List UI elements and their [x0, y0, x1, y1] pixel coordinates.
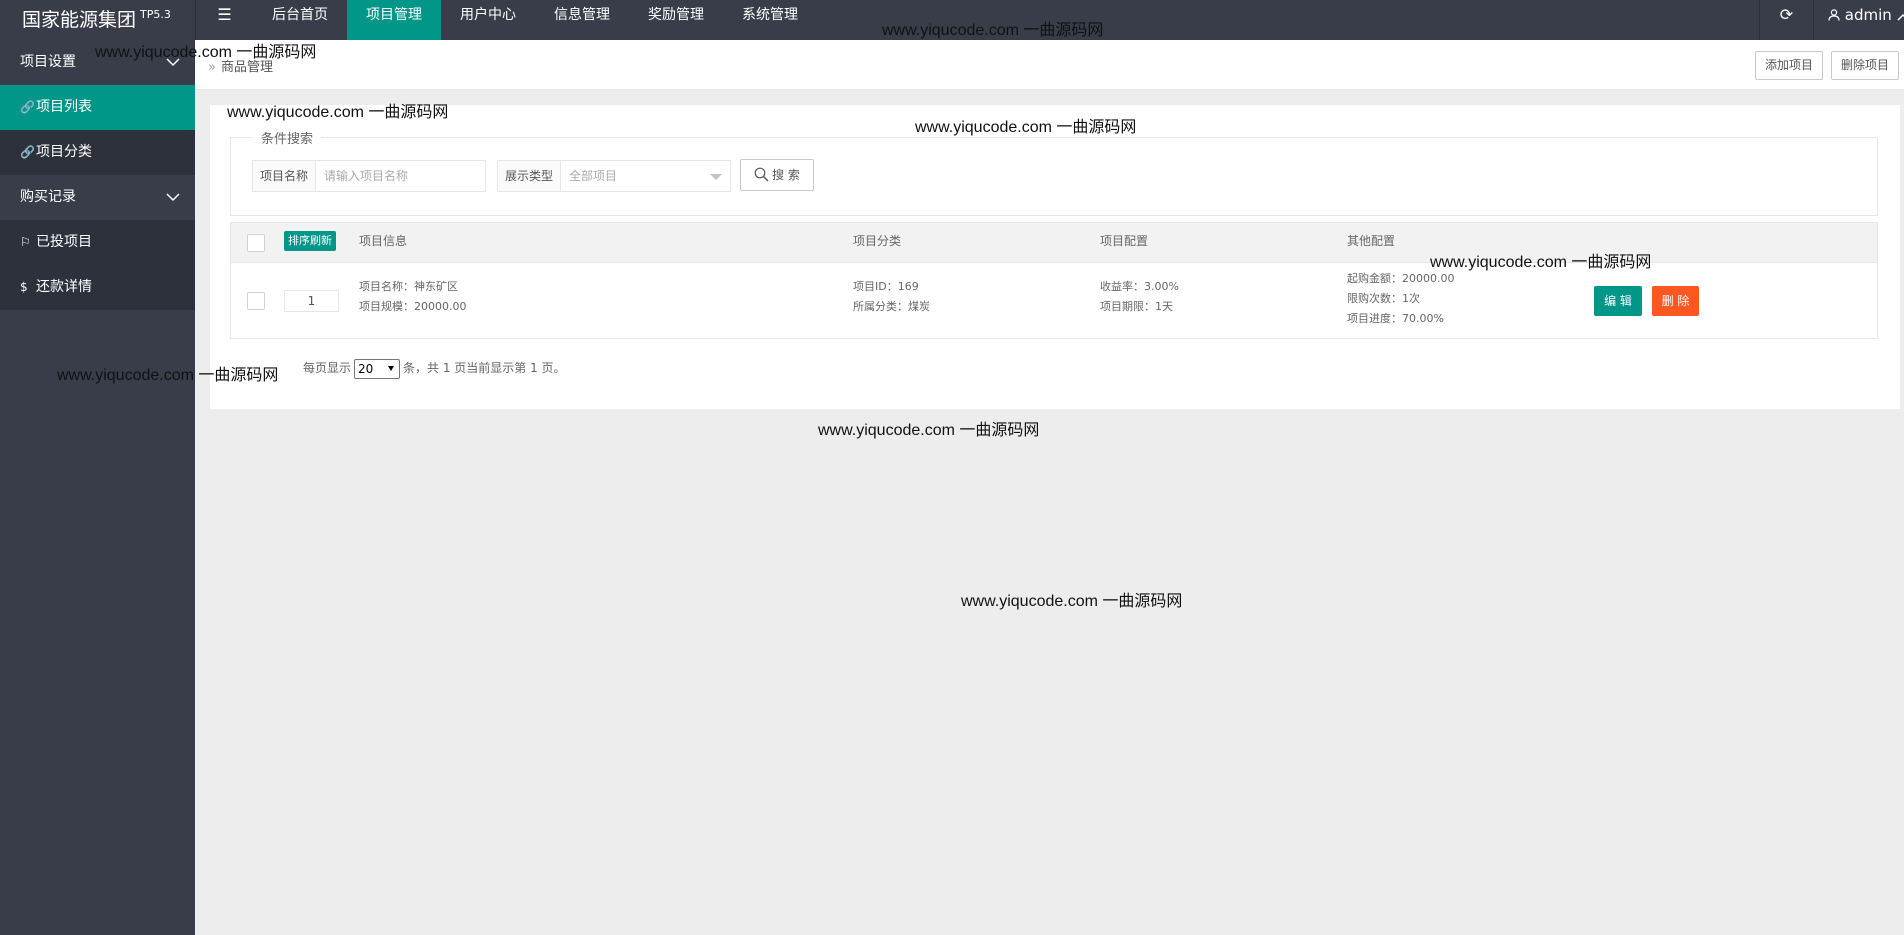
- user-icon: [1828, 9, 1840, 21]
- refresh-icon[interactable]: ⟳: [1759, 0, 1813, 40]
- sidebar-item-project-list[interactable]: 🔗项目列表: [0, 85, 195, 130]
- project-progress: 项目进度：70.00%: [1347, 312, 1444, 325]
- nav-system-management[interactable]: 系统管理: [723, 0, 817, 40]
- th-project-category: 项目分类: [853, 234, 902, 248]
- th-project-info: 项目信息: [359, 234, 408, 248]
- watermark: www.yiqucode.com 一曲源码网: [818, 422, 1040, 439]
- delete-button[interactable]: 删 除: [1652, 286, 1699, 316]
- delete-project-button[interactable]: 删除项目: [1830, 51, 1899, 80]
- th-other-config: 其他配置: [1347, 234, 1396, 248]
- project-table: 排序刷新 项目信息 项目分类 项目配置 其他配置 1 项目名称：神东矿区 项目规…: [230, 222, 1878, 339]
- type-field: 展示类型 全部项目: [497, 160, 731, 192]
- user-menu[interactable]: admin: [1813, 0, 1904, 40]
- sort-refresh-button[interactable]: 排序刷新: [284, 231, 336, 251]
- sidebar-group-purchase-records[interactable]: 购买记录: [0, 175, 195, 220]
- search-icon: [754, 167, 769, 182]
- dollar-icon: $: [20, 280, 28, 294]
- nav-user-center[interactable]: 用户中心: [441, 0, 535, 40]
- project-name-input[interactable]: 请输入项目名称: [316, 161, 485, 191]
- type-field-label: 展示类型: [498, 161, 562, 191]
- purchase-limit: 限购次数：1次: [1347, 292, 1420, 305]
- display-type-select[interactable]: 全部项目: [561, 161, 730, 191]
- name-field-label: 项目名称: [253, 161, 317, 191]
- watermark: www.yiqucode.com 一曲源码网: [95, 44, 317, 61]
- dropdown-arrow-icon: [710, 174, 722, 180]
- watermark: www.yiqucode.com 一曲源码网: [57, 367, 279, 384]
- flag-icon: ⚐: [20, 235, 31, 249]
- link-icon: 🔗: [20, 100, 35, 114]
- nav-reward-management[interactable]: 奖励管理: [629, 0, 723, 40]
- project-name: 项目名称：神东矿区: [359, 280, 458, 293]
- watermark: www.yiqucode.com 一曲源码网: [961, 593, 1183, 610]
- project-id: 项目ID：169: [853, 280, 919, 293]
- project-rate: 收益率：3.00%: [1100, 280, 1179, 293]
- pager-suffix: 条，共 1 页当前显示第 1 页。: [403, 361, 566, 375]
- chevron-up-icon: [1897, 13, 1904, 21]
- chevron-down-icon: [166, 193, 180, 202]
- app-logo[interactable]: 国家能源集团 TP5.3: [0, 0, 195, 40]
- nav-info-management[interactable]: 信息管理: [535, 0, 629, 40]
- nav-project-management[interactable]: 项目管理: [347, 0, 441, 40]
- sidebar-item-project-category[interactable]: 🔗项目分类: [0, 130, 195, 175]
- edit-button[interactable]: 编 辑: [1594, 286, 1642, 316]
- add-project-button[interactable]: 添加项目: [1754, 51, 1823, 80]
- project-category: 所属分类：煤炭: [853, 300, 930, 313]
- link-icon: 🔗: [20, 145, 35, 159]
- username: admin: [1844, 6, 1892, 24]
- version-label: TP5.3: [140, 8, 171, 21]
- pagination: 每页显示 20 条，共 1 页当前显示第 1 页。: [303, 358, 566, 379]
- page-size-select[interactable]: 20: [354, 358, 401, 379]
- min-purchase-amount: 起购金额：20000.00: [1347, 272, 1455, 285]
- watermark: www.yiqucode.com 一曲源码网: [882, 22, 1104, 39]
- nav-home[interactable]: 后台首页: [253, 0, 347, 40]
- watermark: www.yiqucode.com 一曲源码网: [227, 104, 449, 121]
- top-nav: 后台首页 项目管理 用户中心 信息管理 奖励管理 系统管理: [253, 0, 817, 40]
- search-panel: 条件搜索 项目名称 请输入项目名称 展示类型 全部项目 搜 索: [230, 128, 1878, 216]
- sidebar: 项目设置 🔗项目列表 🔗项目分类 购买记录 ⚐ 已投项目 $ 还款详情: [0, 40, 195, 935]
- sidebar-item-repayment[interactable]: $ 还款详情: [0, 265, 195, 310]
- select-all-checkbox[interactable]: [247, 234, 265, 252]
- table-row: 1 项目名称：神东矿区 项目规模：20000.00 项目ID：169 所属分类：…: [231, 263, 1877, 340]
- row-checkbox[interactable]: [247, 292, 265, 310]
- watermark: www.yiqucode.com 一曲源码网: [915, 119, 1137, 136]
- name-field: 项目名称 请输入项目名称: [252, 160, 486, 192]
- search-button[interactable]: 搜 索: [740, 159, 814, 191]
- pager-prefix: 每页显示: [303, 361, 352, 375]
- sidebar-item-invested[interactable]: ⚐ 已投项目: [0, 220, 195, 265]
- project-scale: 项目规模：20000.00: [359, 300, 467, 313]
- th-project-config: 项目配置: [1100, 234, 1149, 248]
- menu-toggle-icon[interactable]: ☰: [195, 0, 253, 40]
- double-chevron-icon: »: [208, 60, 216, 75]
- project-period: 项目期限：1天: [1100, 300, 1173, 313]
- watermark: www.yiqucode.com 一曲源码网: [1430, 254, 1652, 271]
- search-legend: 条件搜索: [253, 128, 322, 147]
- sort-order-input[interactable]: 1: [284, 290, 339, 312]
- breadcrumb-bar: » 商品管理 添加项目 删除项目: [195, 40, 1904, 90]
- dropdown-arrow-icon: [388, 365, 395, 371]
